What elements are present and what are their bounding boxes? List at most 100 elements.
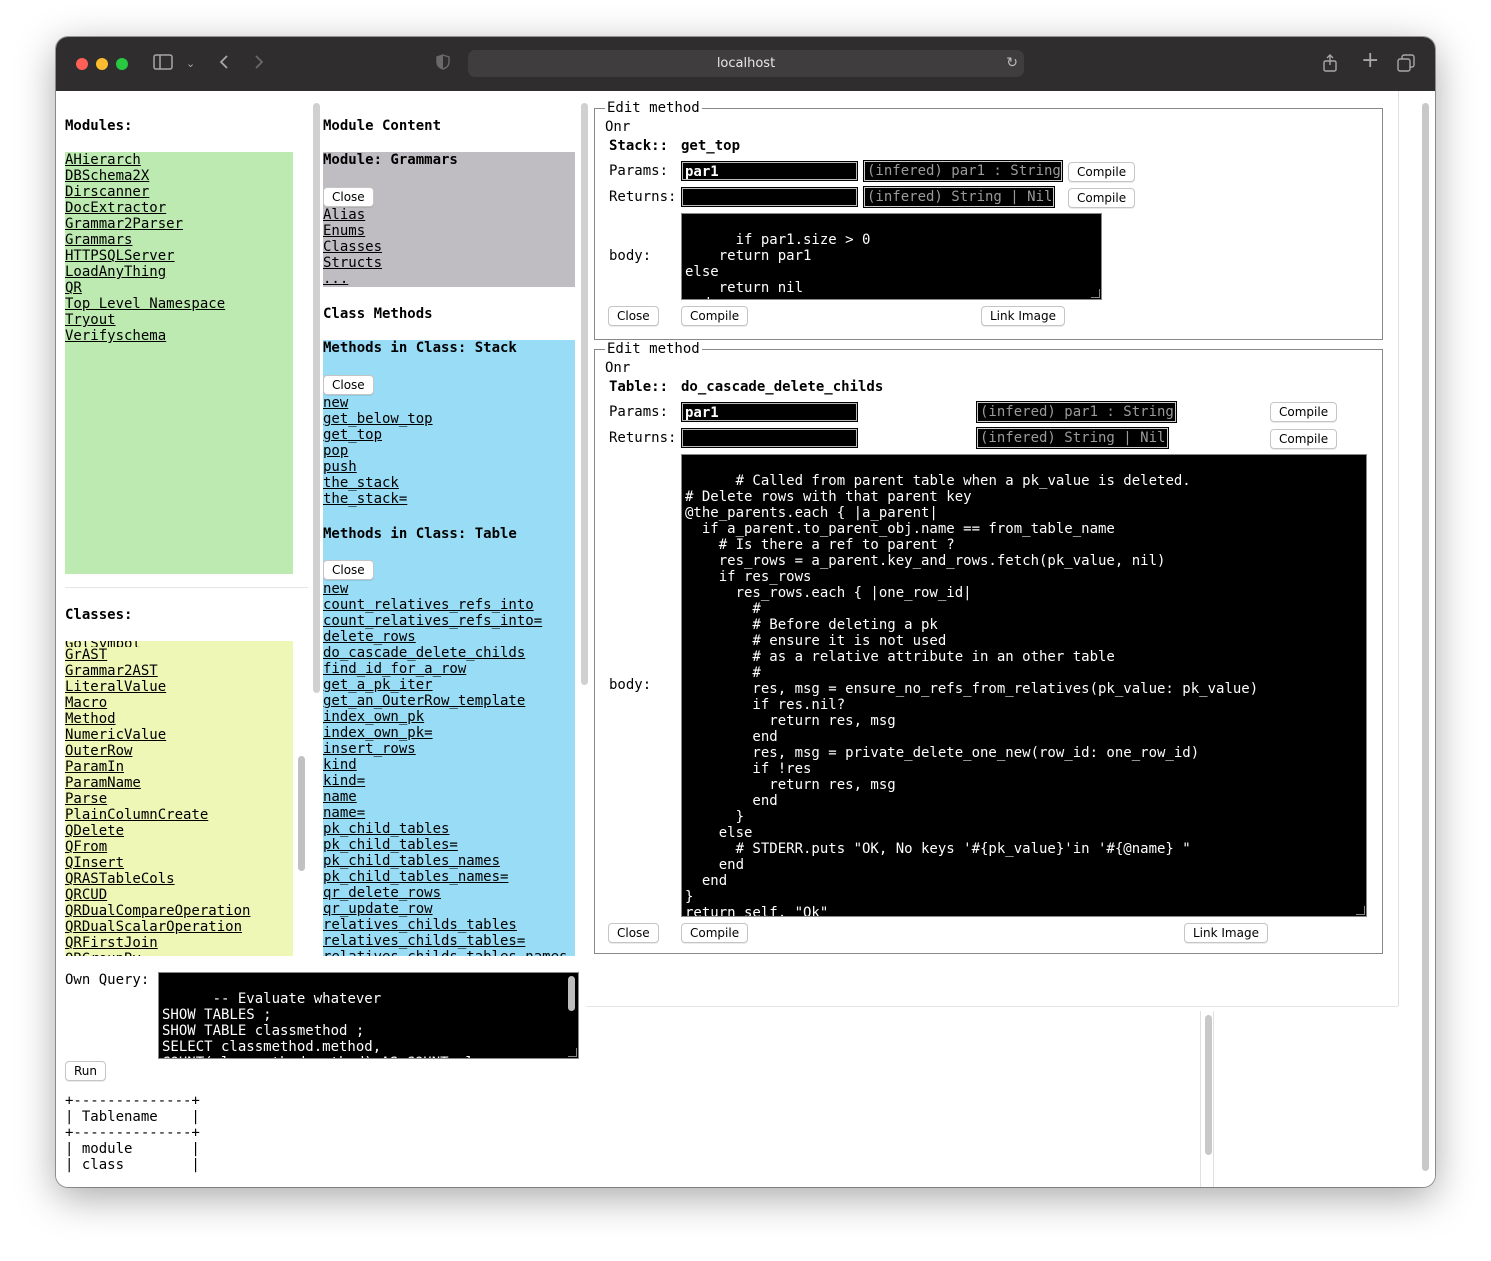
middle-scrollbar[interactable] xyxy=(581,103,588,685)
left-scrollbar[interactable] xyxy=(313,103,320,693)
minimize-window-icon[interactable] xyxy=(96,58,108,70)
zoom-window-icon[interactable] xyxy=(116,58,128,70)
module-link[interactable]: Tryout xyxy=(65,312,293,328)
returns-compile-button[interactable]: Compile xyxy=(1270,429,1338,449)
edit1-close-button[interactable]: Close xyxy=(608,306,659,326)
forward-icon[interactable] xyxy=(253,54,265,75)
method-link[interactable]: relatives_childs_tables_names xyxy=(323,949,567,956)
edit1-link-image-button[interactable]: Link Image xyxy=(981,306,1065,326)
method-link[interactable]: push xyxy=(323,459,433,475)
returns-input[interactable] xyxy=(681,428,858,448)
method-link[interactable]: the_stack= xyxy=(323,491,433,507)
class-link[interactable]: GrAST xyxy=(65,647,293,663)
class-link[interactable]: QDelete xyxy=(65,823,293,839)
method-link[interactable]: index_own_pk= xyxy=(323,725,567,741)
method-link[interactable]: the_stack xyxy=(323,475,433,491)
class-link[interactable]: OuterRow xyxy=(65,743,293,759)
module-link[interactable]: Verifyschema xyxy=(65,328,293,344)
method-link[interactable]: get_a_pk_iter xyxy=(323,677,567,693)
method-link[interactable]: pk_child_tables= xyxy=(323,837,567,853)
close-window-icon[interactable] xyxy=(76,58,88,70)
class-link[interactable]: QInsert xyxy=(65,855,293,871)
back-icon[interactable] xyxy=(218,54,230,75)
address-bar[interactable]: localhost ↻ xyxy=(468,50,1024,77)
module-link[interactable]: Grammar2Parser xyxy=(65,216,293,232)
method-link[interactable]: count_relatives_refs_into= xyxy=(323,613,567,629)
module-link[interactable]: HTTPSQLServer xyxy=(65,248,293,264)
module-link[interactable]: DocExtractor xyxy=(65,200,293,216)
returns-compile-button[interactable]: Compile xyxy=(1068,188,1136,208)
edit2-close-button[interactable]: Close xyxy=(608,923,659,943)
query-editor[interactable]: -- Evaluate whatever SHOW TABLES ; SHOW … xyxy=(158,972,579,1059)
module-link[interactable]: Grammars xyxy=(65,232,293,248)
params-input[interactable]: par1 xyxy=(681,161,858,181)
method-link[interactable]: pop xyxy=(323,443,433,459)
method-link[interactable]: find_id_for_a_row xyxy=(323,661,567,677)
table-close-button[interactable]: Close xyxy=(323,560,374,580)
edit2-link-image-button[interactable]: Link Image xyxy=(1184,923,1268,943)
stack-close-button[interactable]: Close xyxy=(323,375,374,395)
run-query-button[interactable]: Run xyxy=(65,1061,107,1081)
resize-grip-icon[interactable] xyxy=(1091,289,1100,298)
edit1-compile-button[interactable]: Compile xyxy=(681,306,749,326)
returns-input[interactable] xyxy=(681,187,858,207)
class-link[interactable]: QRDualCompareOperation xyxy=(65,903,293,919)
class-link[interactable]: QFrom xyxy=(65,839,293,855)
method-link[interactable]: pk_child_tables_names xyxy=(323,853,567,869)
method-link[interactable]: count_relatives_refs_into xyxy=(323,597,567,613)
class-link[interactable]: ParamName xyxy=(65,775,293,791)
method-link[interactable]: new xyxy=(323,581,567,597)
class-link[interactable]: QRDualScalarOperation xyxy=(65,919,293,935)
classes-scrollbar[interactable] xyxy=(298,756,305,871)
method-link[interactable]: delete_rows xyxy=(323,629,567,645)
method-link[interactable]: qr_update_row xyxy=(323,901,567,917)
method-link[interactable]: pk_child_tables xyxy=(323,821,567,837)
method-link[interactable]: get_an_OuterRow_template xyxy=(323,693,567,709)
method-link[interactable]: get_top xyxy=(323,427,433,443)
class-link[interactable]: PlainColumnCreate xyxy=(65,807,293,823)
class-link[interactable]: QRGroupBy xyxy=(65,951,293,956)
method-link[interactable]: relatives_childs_tables xyxy=(323,917,567,933)
module-close-button[interactable]: Close xyxy=(323,187,374,207)
tab-overview-icon[interactable] xyxy=(1397,54,1415,77)
method-link[interactable]: name= xyxy=(323,805,567,821)
method-link[interactable]: relatives_childs_tables= xyxy=(323,933,567,949)
module-content-link[interactable]: ... xyxy=(323,271,382,287)
method-link[interactable]: kind= xyxy=(323,773,567,789)
class-link[interactable]: Grammar2AST xyxy=(65,663,293,679)
lower-scrollbar[interactable] xyxy=(1205,1015,1212,1155)
params-compile-button[interactable]: Compile xyxy=(1270,402,1338,422)
module-content-link[interactable]: Alias xyxy=(323,207,382,223)
method-link[interactable]: pk_child_tables_names= xyxy=(323,869,567,885)
share-icon[interactable] xyxy=(1322,54,1338,77)
body-editor[interactable]: if par1.size > 0 return par1 else return… xyxy=(681,213,1102,300)
module-link[interactable]: LoadAnyThing xyxy=(65,264,293,280)
params-compile-button[interactable]: Compile xyxy=(1068,162,1136,182)
resize-grip-icon[interactable] xyxy=(568,1048,577,1057)
class-link[interactable]: QRASTableCols xyxy=(65,871,293,887)
query-scrollbar[interactable] xyxy=(568,976,575,1011)
resize-grip-icon[interactable] xyxy=(1356,906,1365,915)
body-editor[interactable]: # Called from parent table when a pk_val… xyxy=(681,454,1367,917)
method-link[interactable]: new xyxy=(323,395,433,411)
module-content-link[interactable]: Enums xyxy=(323,223,382,239)
class-link[interactable]: ParamIn xyxy=(65,759,293,775)
edit2-compile-button[interactable]: Compile xyxy=(681,923,749,943)
method-link[interactable]: insert_rows xyxy=(323,741,567,757)
method-link[interactable]: do_cascade_delete_childs xyxy=(323,645,567,661)
module-link[interactable]: AHierarch xyxy=(65,152,293,168)
method-link[interactable]: index_own_pk xyxy=(323,709,567,725)
page-scrollbar[interactable] xyxy=(1422,103,1429,1171)
chevron-down-icon[interactable]: ⌄ xyxy=(186,54,195,74)
module-link[interactable]: QR xyxy=(65,280,293,296)
class-link[interactable]: QRCUD xyxy=(65,887,293,903)
module-link[interactable]: Top Level Namespace xyxy=(65,296,293,312)
method-link[interactable]: qr_delete_rows xyxy=(323,885,567,901)
class-link[interactable]: NumericValue xyxy=(65,727,293,743)
method-link[interactable]: kind xyxy=(323,757,567,773)
sidebar-toggle-icon[interactable] xyxy=(153,54,173,75)
new-tab-icon[interactable]: + xyxy=(1361,50,1379,72)
class-link[interactable]: QRFirstJoin xyxy=(65,935,293,951)
class-link[interactable]: Macro xyxy=(65,695,293,711)
class-link[interactable]: Method xyxy=(65,711,293,727)
